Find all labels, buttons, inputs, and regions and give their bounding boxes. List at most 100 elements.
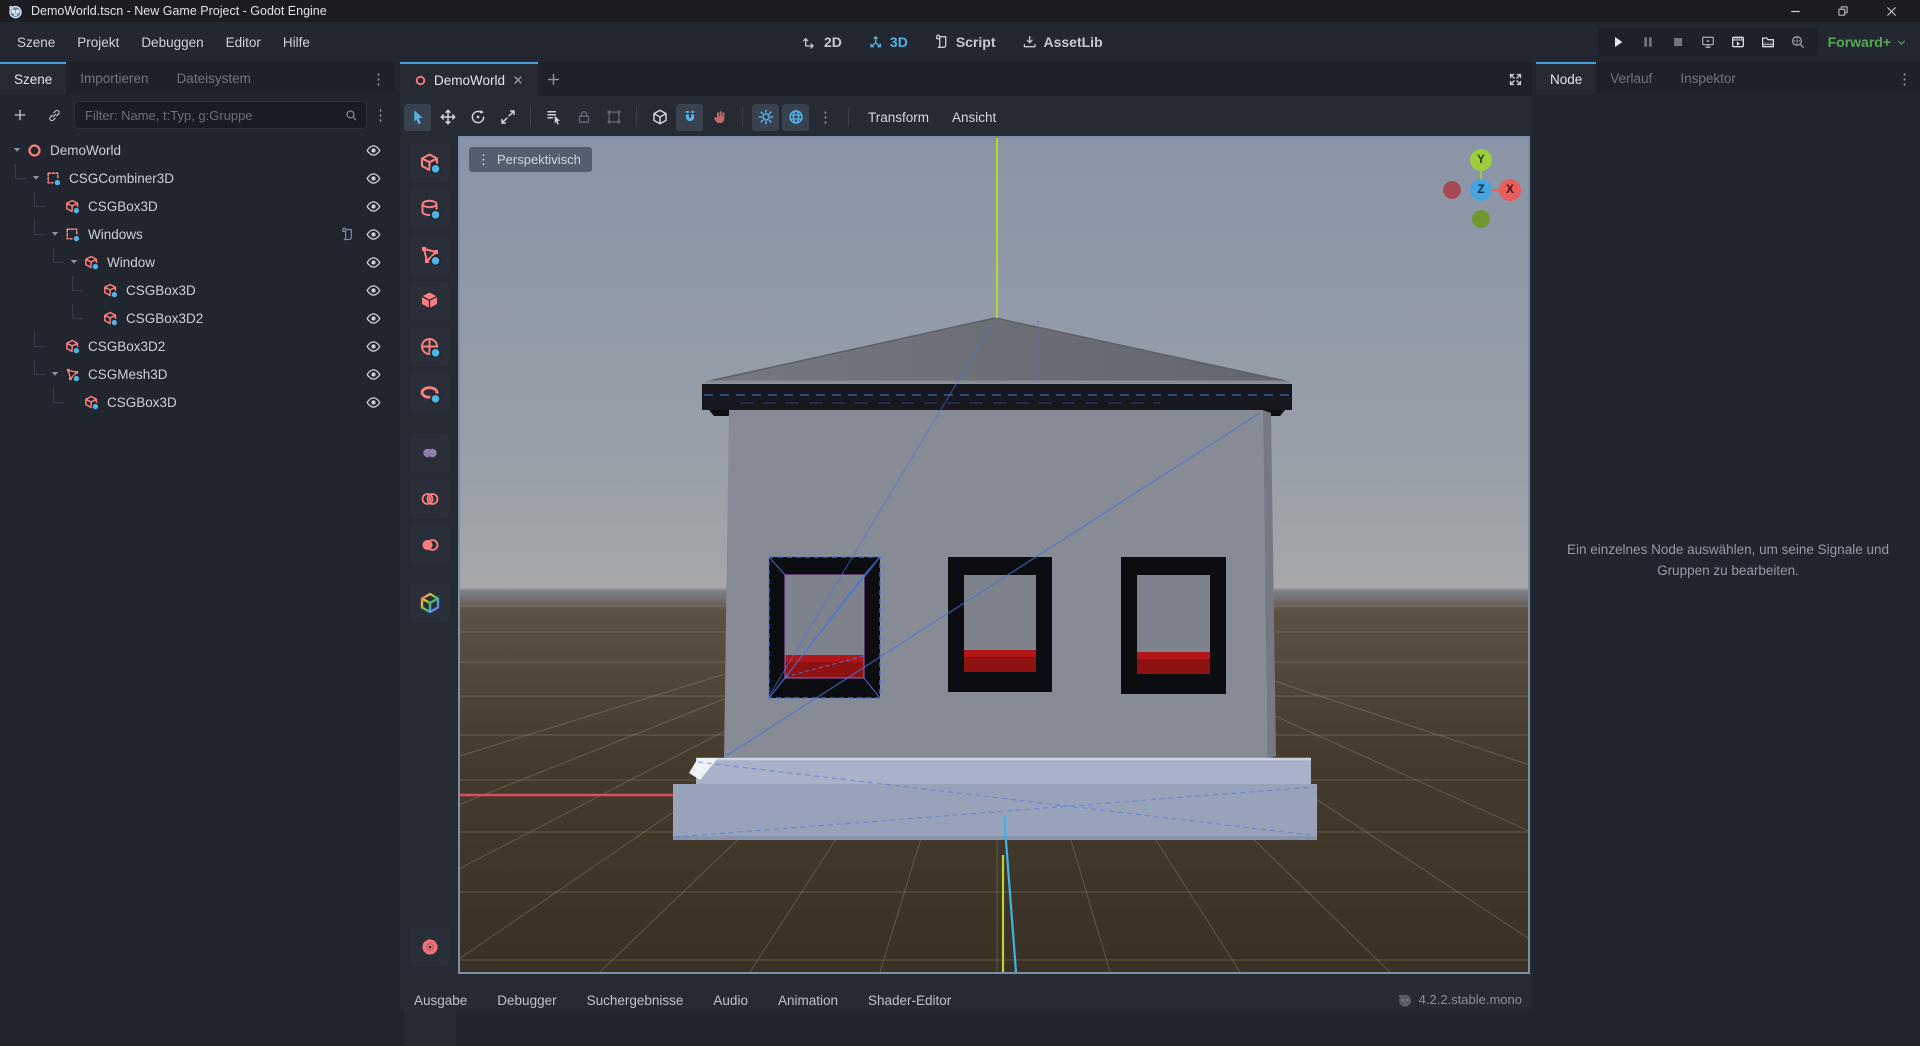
workspace-3d[interactable]: 3D [862,30,914,54]
gizmo-neg-x[interactable] [1443,181,1461,199]
menu-editor[interactable]: Editor [215,29,272,56]
select-tool-button[interactable] [404,104,431,131]
workspace-2d[interactable]: 2D [796,30,848,54]
tree-row-csgcombiner3d[interactable]: CSGCombiner3D [4,164,390,192]
csg-box-tool[interactable] [411,144,449,182]
menu-debuggen[interactable]: Debuggen [130,29,214,56]
tree-row-csgmesh3d[interactable]: CSGMesh3D [4,360,390,388]
remote-debug-button[interactable] [1696,31,1720,53]
tree-row-window[interactable]: Window [4,248,390,276]
menu-projekt[interactable]: Projekt [66,29,130,56]
csg-union-op[interactable] [411,434,449,472]
new-scene-tab-button[interactable] [538,62,568,96]
bottom-suchergebnisse[interactable]: Suchergebnisse [587,993,684,1008]
bottom-ausgabe[interactable]: Ausgabe [414,993,467,1008]
csg-intersection-op[interactable] [411,480,449,518]
scene-filter-input[interactable] [83,107,338,124]
viewport-3d[interactable]: ⋮ Perspektivisch Y X Z [458,136,1530,974]
tab-inspektor[interactable]: Inspektor [1666,62,1750,94]
scene-tree-options-button[interactable]: ⋮ [373,108,388,123]
visibility-eye-icon[interactable] [365,198,382,215]
collapse-chevron-icon[interactable] [48,367,62,381]
lock-button[interactable] [570,104,597,131]
csg-mesh-tool[interactable] [411,236,449,274]
collapse-chevron-icon[interactable] [67,255,81,269]
play-button[interactable] [1606,31,1630,53]
tab-szene[interactable]: Szene [0,62,66,94]
group-button[interactable] [600,104,627,131]
ansicht-menu[interactable]: Ansicht [942,105,1006,130]
csg-torus-tool[interactable] [411,374,449,412]
view-mode-button[interactable]: ⋮ Perspektivisch [469,147,592,172]
visibility-eye-icon[interactable] [365,394,382,411]
local-space-button[interactable] [646,104,673,131]
stop-button[interactable] [1666,31,1690,53]
sun-env-options-button[interactable]: ⋮ [812,104,839,131]
tab-verlauf[interactable]: Verlauf [1596,62,1666,94]
add-node-button[interactable] [6,102,34,128]
right-tabbar-options-button[interactable]: ⋮ [1897,70,1920,94]
move-tool-button[interactable] [434,104,461,131]
gizmo-x[interactable]: X [1499,179,1521,201]
tree-row-csgbox3d2[interactable]: CSGBox3D2 [4,304,390,332]
expand-viewport-button[interactable] [1498,62,1532,96]
minimize-button[interactable] [1782,2,1808,20]
settings-gear[interactable] [411,928,449,966]
visibility-eye-icon[interactable] [365,142,382,159]
gridmap-tool[interactable] [411,584,449,622]
collapse-chevron-icon[interactable] [29,171,43,185]
tab-importieren[interactable]: Importieren [66,62,162,94]
tab-dateisystem[interactable]: Dateisystem [163,62,265,94]
list-select-button[interactable] [540,104,567,131]
csg-subtraction-op[interactable] [411,526,449,564]
gizmo-z[interactable]: Z [1470,179,1492,201]
gizmo-y[interactable]: Y [1470,149,1492,171]
left-tabbar-options-button[interactable]: ⋮ [371,70,394,94]
bottom-debugger[interactable]: Debugger [497,993,556,1008]
bottom-audio[interactable]: Audio [713,993,748,1008]
visibility-eye-icon[interactable] [365,366,382,383]
close-button[interactable] [1878,2,1904,20]
csg-polygon-tool[interactable] [411,282,449,320]
tab-node[interactable]: Node [1536,62,1596,94]
visibility-eye-icon[interactable] [365,338,382,355]
play-scene-button[interactable] [1726,31,1750,53]
tree-row-windows[interactable]: Windows [4,220,390,248]
tree-row-csgbox3d[interactable]: CSGBox3D [4,192,390,220]
movie-maker-button[interactable] [1786,31,1810,53]
csg-cylinder-tool[interactable] [411,190,449,228]
close-tab-icon[interactable] [512,74,524,86]
visibility-eye-icon[interactable] [365,282,382,299]
visibility-eye-icon[interactable] [365,170,382,187]
snap-button[interactable] [676,104,703,131]
instantiate-scene-button[interactable] [40,102,68,128]
gizmo-neg-y[interactable] [1472,210,1490,228]
tree-row-csgbox3d[interactable]: CSGBox3D [4,276,390,304]
menu-hilfe[interactable]: Hilfe [272,29,321,56]
tree-row-demoworld[interactable]: DemoWorld [4,136,390,164]
environment-preview-button[interactable] [782,104,809,131]
menu-szene[interactable]: Szene [6,29,66,56]
tree-row-csgbox3d[interactable]: CSGBox3D [4,388,390,416]
script-badge-icon[interactable] [340,227,355,242]
bottom-shader-editor[interactable]: Shader-Editor [868,993,951,1008]
collapse-chevron-icon[interactable] [48,227,62,241]
tree-row-csgbox3d2[interactable]: CSGBox3D2 [4,332,390,360]
workspace-script[interactable]: Script [928,30,1002,54]
restore-button[interactable] [1830,2,1856,20]
scale-tool-button[interactable] [494,104,521,131]
visibility-eye-icon[interactable] [365,310,382,327]
pause-button[interactable] [1636,31,1660,53]
rotate-tool-button[interactable] [464,104,491,131]
play-custom-scene-button[interactable] [1756,31,1780,53]
visibility-eye-icon[interactable] [365,254,382,271]
collapse-chevron-icon[interactable] [10,143,24,157]
workspace-assetlib[interactable]: AssetLib [1016,30,1109,54]
bottom-animation[interactable]: Animation [778,993,838,1008]
override-camera-button[interactable] [706,104,733,131]
csg-sphere-tool[interactable] [411,328,449,366]
renderer-profile-button[interactable]: Forward+ [1828,34,1908,50]
sun-preview-button[interactable] [752,104,779,131]
transform-menu[interactable]: Transform [858,105,939,130]
scene-tab-demoworld[interactable]: DemoWorld [400,62,538,96]
